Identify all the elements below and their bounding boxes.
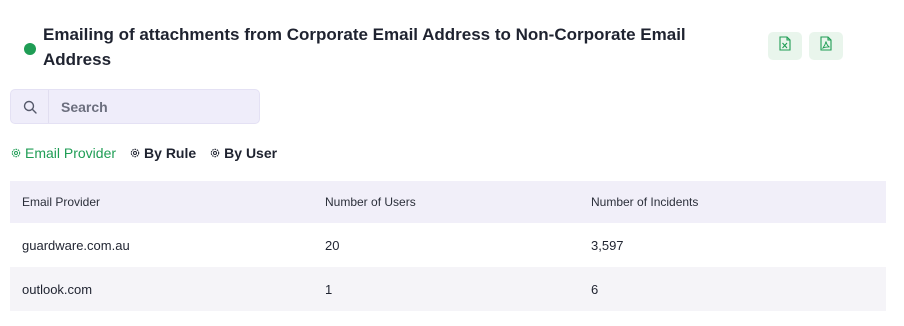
table-cell: 6: [591, 281, 599, 297]
table-header: Email Provider Number of Users Number of…: [10, 181, 886, 223]
column-header[interactable]: Email Provider: [10, 195, 313, 209]
column-header[interactable]: Number of Users: [313, 195, 579, 209]
table-cell: guardware.com.au: [22, 237, 130, 253]
tab-email-provider[interactable]: Email Provider: [10, 145, 116, 161]
page-title: Emailing of attachments from Corporate E…: [43, 25, 686, 69]
status-dot: [24, 43, 36, 55]
report-header: Emailing of attachments from Corporate E…: [24, 22, 724, 72]
gear-icon: [10, 147, 22, 159]
column-header[interactable]: Number of Incidents: [579, 195, 886, 209]
tab-by-user[interactable]: By User: [209, 145, 277, 161]
table-row[interactable]: guardware.com.au 20 3,597: [10, 223, 886, 267]
excel-file-icon: [779, 36, 791, 56]
tab-label: By User: [224, 145, 278, 161]
search-bar: [10, 89, 260, 124]
table-cell: 1: [325, 281, 333, 297]
table-cell: outlook.com: [22, 281, 93, 297]
gear-icon: [209, 147, 221, 159]
table-row[interactable]: outlook.com 1 6: [10, 267, 886, 311]
table-cell: 20: [325, 237, 340, 253]
view-tabs: Email Provider By Rule By User: [10, 145, 290, 161]
tab-label: Email Provider: [25, 145, 117, 161]
table-cell: 3,597: [591, 237, 624, 253]
tab-label: By Rule: [144, 145, 197, 161]
tab-by-rule[interactable]: By Rule: [129, 145, 196, 161]
gear-icon: [129, 147, 141, 159]
export-excel-button[interactable]: [768, 32, 802, 60]
export-pdf-button[interactable]: [809, 32, 843, 60]
search-input[interactable]: [49, 98, 249, 115]
incidents-table: Email Provider Number of Users Number of…: [10, 181, 886, 311]
pdf-file-icon: [820, 36, 832, 56]
search-icon[interactable]: [11, 90, 49, 123]
